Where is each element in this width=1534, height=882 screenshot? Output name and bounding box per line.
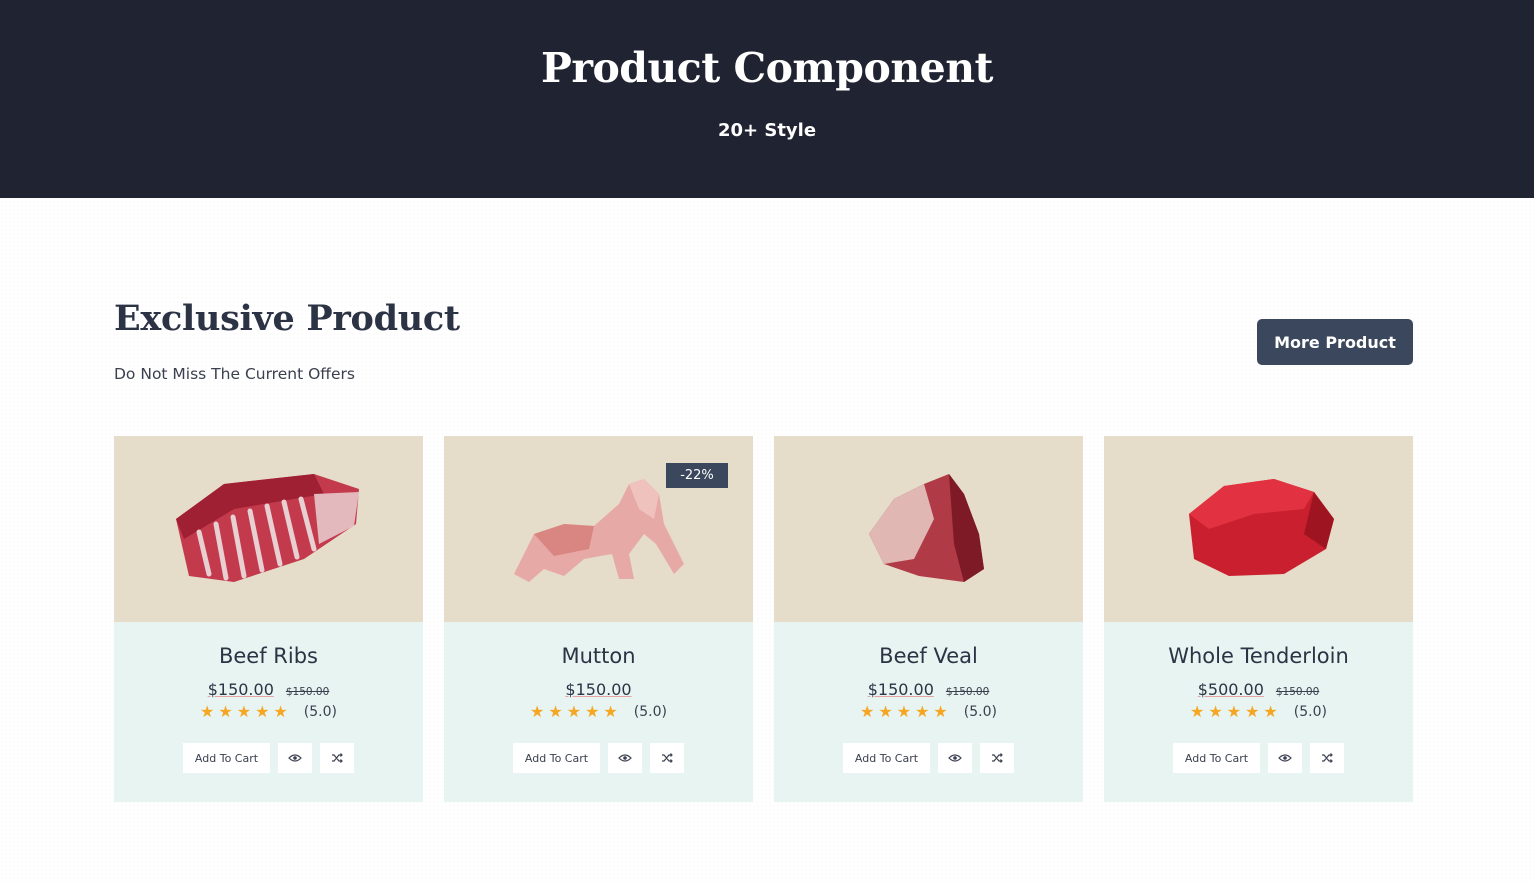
quick-view-button[interactable] [1268, 743, 1303, 773]
product-card: -22% Mutton $150.00 ★★★★★ (5.0) Add To C… [444, 436, 753, 802]
product-card: Beef Veal $150.00 $150.00 ★★★★★ (5.0) Ad… [774, 436, 1083, 802]
rating-value: (5.0) [963, 704, 997, 720]
product-name[interactable]: Whole Tenderloin [1104, 644, 1413, 668]
compare-button[interactable] [1310, 743, 1345, 773]
product-image[interactable] [1104, 436, 1413, 622]
product-price: $500.00 [1197, 680, 1264, 699]
beef-ribs-image [175, 474, 359, 582]
shuffle-icon [992, 753, 1003, 763]
star-rating-icon: ★★★★★ [530, 704, 622, 721]
rating-row: ★★★★★ (5.0) [1104, 702, 1413, 722]
quick-view-button[interactable] [938, 743, 973, 773]
price-row: $500.00 $150.00 [1104, 680, 1413, 699]
add-to-cart-button[interactable]: Add To Cart [842, 743, 931, 773]
star-rating-icon: ★★★★★ [200, 704, 292, 721]
eye-icon [618, 754, 632, 762]
shuffle-icon [662, 753, 673, 763]
rating-value: (5.0) [303, 704, 337, 720]
product-name[interactable]: Beef Ribs [114, 644, 423, 668]
shuffle-icon [1322, 753, 1333, 763]
product-price: $150.00 [867, 680, 934, 699]
price-row: $150.00 $150.00 [114, 680, 423, 699]
beef-veal-image [868, 474, 984, 582]
section-title: Exclusive Product [114, 298, 460, 339]
add-to-cart-button[interactable]: Add To Cart [1172, 743, 1261, 773]
price-row: $150.00 $150.00 [774, 680, 1083, 699]
product-actions: Add To Cart [1104, 743, 1413, 773]
discount-badge: -22% [666, 463, 728, 488]
section-subtitle: Do Not Miss The Current Offers [114, 365, 355, 383]
eye-icon [288, 754, 302, 762]
product-image[interactable] [774, 436, 1083, 622]
compare-button[interactable] [980, 743, 1015, 773]
product-actions: Add To Cart [114, 743, 423, 773]
eye-icon [1278, 754, 1292, 762]
eye-icon [948, 754, 962, 762]
product-actions: Add To Cart [774, 743, 1083, 773]
product-name[interactable]: Mutton [444, 644, 753, 668]
rating-value: (5.0) [1293, 704, 1327, 720]
more-product-button[interactable]: More Product [1257, 319, 1413, 365]
product-old-price: $150.00 [285, 686, 330, 698]
product-card: Beef Ribs $150.00 $150.00 ★★★★★ (5.0) Ad… [114, 436, 423, 802]
star-rating-icon: ★★★★★ [860, 704, 952, 721]
product-price: $150.00 [565, 680, 632, 699]
product-price: $150.00 [207, 680, 274, 699]
quick-view-button[interactable] [608, 743, 643, 773]
product-old-price: $150.00 [945, 686, 990, 698]
tenderloin-image [1188, 479, 1334, 576]
add-to-cart-button[interactable]: Add To Cart [512, 743, 601, 773]
hero-title: Product Component [541, 44, 993, 92]
rating-row: ★★★★★ (5.0) [444, 702, 753, 722]
quick-view-button[interactable] [278, 743, 313, 773]
product-actions: Add To Cart [444, 743, 753, 773]
product-image[interactable]: -22% [444, 436, 753, 622]
price-row: $150.00 [444, 680, 753, 699]
hero-banner: Product Component 20+ Style [0, 0, 1534, 198]
product-old-price: $150.00 [1275, 686, 1320, 698]
shuffle-icon [332, 753, 343, 763]
rating-row: ★★★★★ (5.0) [114, 702, 423, 722]
product-card: Whole Tenderloin $500.00 $150.00 ★★★★★ (… [1104, 436, 1413, 802]
rating-value: (5.0) [633, 704, 667, 720]
product-name[interactable]: Beef Veal [774, 644, 1083, 668]
hero-subtitle: 20+ Style [717, 120, 817, 141]
add-to-cart-button[interactable]: Add To Cart [182, 743, 271, 773]
compare-button[interactable] [320, 743, 355, 773]
product-image[interactable] [114, 436, 423, 622]
star-rating-icon: ★★★★★ [1190, 704, 1282, 721]
rating-row: ★★★★★ (5.0) [774, 702, 1083, 722]
compare-button[interactable] [650, 743, 685, 773]
